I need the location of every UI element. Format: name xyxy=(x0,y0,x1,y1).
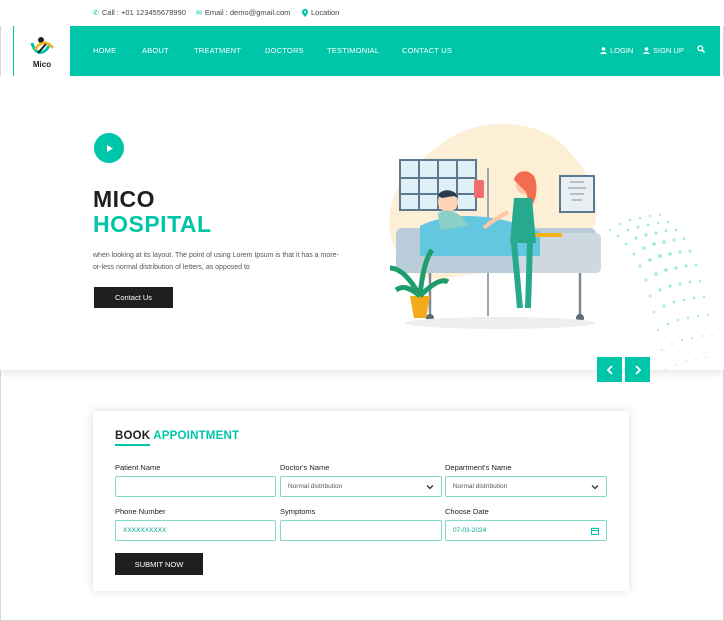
doctor-select-value: Normal distribution xyxy=(288,483,343,490)
phone-input[interactable]: XXXXXXXXXX xyxy=(115,520,276,541)
chevron-down-icon xyxy=(426,485,434,490)
brand-logo[interactable]: Mico xyxy=(14,26,70,76)
chevron-left-icon xyxy=(606,364,613,375)
iv-bag xyxy=(474,180,484,198)
department-select[interactable]: Normal distribution xyxy=(445,476,607,497)
submit-now-button[interactable]: SUBMIT NOW xyxy=(115,553,203,575)
department-select-value: Normal distribution xyxy=(453,483,508,490)
search-button[interactable] xyxy=(697,45,705,53)
symptoms-input[interactable] xyxy=(280,520,442,541)
location-info[interactable]: Location xyxy=(302,8,339,17)
window-icon xyxy=(399,159,477,211)
appointment-title-part2: APPOINTMENT xyxy=(153,430,240,442)
doctor-name-label: Doctor's Name xyxy=(280,463,330,472)
envelope-icon: ✉ xyxy=(196,9,202,17)
search-icon xyxy=(697,45,705,53)
chevron-down-icon xyxy=(591,485,599,490)
date-input[interactable]: 07-03-2024 xyxy=(445,520,607,541)
hospital-illustration xyxy=(389,123,601,329)
hero-title-line2: HOSPITAL xyxy=(93,211,212,237)
nav-treatment[interactable]: TREATMENT xyxy=(194,46,241,55)
appointment-title-part1: BOOK xyxy=(115,430,151,442)
map-pin-icon xyxy=(302,8,308,17)
location-text: Location xyxy=(311,8,340,17)
phone-icon: ✆ xyxy=(93,9,99,17)
call-info[interactable]: ✆ Call : +01 123455678990 xyxy=(93,8,186,17)
appointment-title: BOOK APPOINTMENT xyxy=(115,430,239,442)
patient-name-input[interactable] xyxy=(115,476,276,497)
date-value: 07-03-2024 xyxy=(453,527,487,534)
login-label: LOGIN xyxy=(610,46,634,55)
logo-icon xyxy=(30,36,54,54)
email-info[interactable]: ✉ Email : demo@gmail.com xyxy=(196,8,290,17)
nav-about[interactable]: ABOUT xyxy=(142,46,169,55)
calendar-icon[interactable] xyxy=(590,526,600,536)
symptoms-label: Symptoms xyxy=(280,507,316,516)
nav-contact-us[interactable]: CONTACT US xyxy=(402,46,452,55)
email-text: Email : demo@gmail.com xyxy=(204,8,291,17)
login-link[interactable]: LOGIN xyxy=(600,46,633,55)
signup-label: SIGN UP xyxy=(653,46,684,55)
user-icon xyxy=(643,47,650,54)
nav-home[interactable]: HOME xyxy=(93,46,116,55)
play-video-button[interactable] xyxy=(94,133,124,163)
contact-us-button[interactable]: Contact Us xyxy=(94,287,173,308)
user-icon xyxy=(600,47,607,54)
doctor-name-select[interactable]: Normal distribution xyxy=(280,476,442,497)
carousel-next-button[interactable] xyxy=(625,357,650,382)
nav-doctors[interactable]: DOCTORS xyxy=(265,46,304,55)
hero-description: when looking at its layout. The point of… xyxy=(93,252,339,271)
logo-text: Mico xyxy=(32,59,52,69)
top-info-bar: ✆ Call : +01 123455678990 ✉ Email : demo… xyxy=(0,0,724,26)
nav-testimonial[interactable]: TESTIMONIAL xyxy=(327,46,379,55)
call-text: Call : +01 123455678990 xyxy=(101,8,186,17)
plant-pot xyxy=(410,296,430,318)
play-icon xyxy=(106,144,113,152)
chevron-right-icon xyxy=(634,364,641,375)
date-label: Choose Date xyxy=(445,507,489,516)
phone-label: Phone Number xyxy=(115,507,166,516)
patient-name-label: Patient Name xyxy=(115,463,161,472)
signup-link[interactable]: SIGN UP xyxy=(643,46,684,55)
title-underline xyxy=(115,444,150,446)
carousel-prev-button[interactable] xyxy=(597,357,622,382)
department-label: Department's Name xyxy=(445,463,512,472)
hero-title-line1: MICO xyxy=(93,186,156,212)
